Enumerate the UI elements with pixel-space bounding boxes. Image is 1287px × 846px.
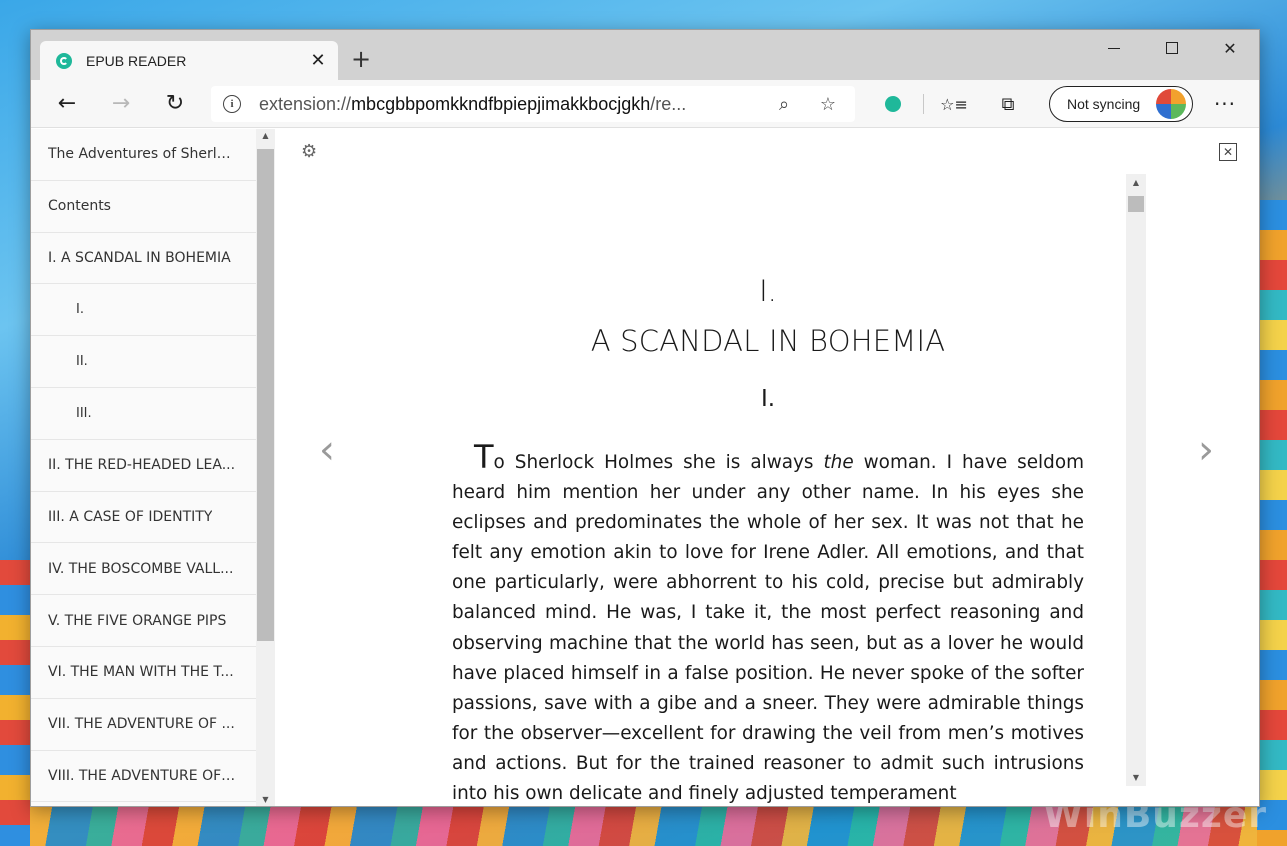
- toc-item[interactable]: VIII. THE ADVENTURE OF ...: [31, 751, 275, 803]
- toc-item[interactable]: I. A SCANDAL IN BOHEMIA: [31, 233, 275, 285]
- scroll-down-arrow-icon[interactable]: ▼: [256, 795, 275, 804]
- minimize-button[interactable]: [1085, 30, 1143, 66]
- favorites-icon[interactable]: ☆≡: [934, 84, 974, 124]
- profile-sync-button[interactable]: Not syncing: [1049, 86, 1193, 122]
- paragraph-text: o Sherlock Holmes she is always: [493, 452, 824, 473]
- scroll-up-arrow-icon[interactable]: ▲: [1126, 178, 1146, 187]
- new-tab-button[interactable]: +: [349, 47, 373, 71]
- toc-item-label: III.: [76, 405, 92, 421]
- section-heading: I.: [760, 386, 776, 412]
- more-menu-icon[interactable]: ···: [1211, 84, 1239, 124]
- toc-item[interactable]: The Adventures of Sherlo...: [31, 129, 275, 181]
- previous-page-button[interactable]: ‹: [319, 427, 335, 473]
- toc-item-label: The Adventures of Sherlo...: [48, 146, 238, 163]
- address-text[interactable]: extension://mbcgbbpomkkndfbpiepjimakkboc…: [259, 94, 769, 115]
- toc-item-label: Contents: [48, 198, 111, 215]
- settings-gear-icon[interactable]: ⚙: [301, 141, 317, 162]
- collections-icon[interactable]: ⧉: [988, 84, 1028, 124]
- toc-item-label: I. A SCANDAL IN BOHEMIA: [48, 249, 231, 266]
- toc-item-label: VI. THE MAN WITH THE T...: [48, 664, 234, 681]
- tab-title: EPUB READER: [86, 52, 187, 69]
- title-bar: EPUB READER ✕ + ✕: [31, 30, 1259, 80]
- toc-item-label: VIII. THE ADVENTURE OF ...: [48, 767, 238, 784]
- minimize-icon: [1108, 47, 1120, 49]
- chapter-title: A SCANDAL IN BOHEMIA: [590, 324, 946, 358]
- zoom-icon[interactable]: ⌕: [769, 94, 799, 115]
- toc-item-label: V. THE FIVE ORANGE PIPS: [48, 612, 227, 629]
- chapter-number: I.: [759, 274, 777, 308]
- avatar: [1156, 89, 1186, 119]
- scroll-down-arrow-icon[interactable]: ▼: [1126, 773, 1146, 782]
- favorite-star-icon[interactable]: ☆: [813, 94, 843, 115]
- toc-item-label: IV. THE BOSCOMBE VALL...: [48, 560, 234, 577]
- next-page-button[interactable]: ›: [1198, 427, 1214, 473]
- back-button[interactable]: ←: [47, 84, 87, 124]
- toc-subitem[interactable]: II.: [31, 336, 275, 388]
- paragraph-text: woman. I have seldom heard him mention h…: [452, 452, 1084, 805]
- reader-pane: ⚙ ✕ ‹ › I. A SCANDAL IN BOHEMIA I. To Sh…: [275, 129, 1259, 806]
- scroll-up-arrow-icon[interactable]: ▲: [256, 131, 275, 140]
- maximize-icon: [1166, 42, 1178, 54]
- toc-item-label: II.: [76, 354, 88, 370]
- toc-item-label: I.: [76, 302, 84, 318]
- toc-item-label: VII. THE ADVENTURE OF ...: [48, 716, 235, 733]
- browser-toolbar: ← → ↻ i extension://mbcgbbpomkkndfbpiepj…: [31, 80, 1259, 128]
- toc-subitem[interactable]: III.: [31, 388, 275, 440]
- close-window-button[interactable]: ✕: [1201, 30, 1259, 66]
- sidebar-scrollbar[interactable]: ▲ ▼: [256, 129, 275, 806]
- sync-status-label: Not syncing: [1067, 96, 1141, 112]
- page-content: The Adventures of Sherlo... Contents I. …: [31, 129, 1259, 806]
- desktop-wallpaper-left: [0, 560, 30, 846]
- book-paragraph: To Sherlock Holmes she is always the wom…: [452, 441, 1084, 807]
- toc-item[interactable]: Contents: [31, 181, 275, 233]
- book-page: I. A SCANDAL IN BOHEMIA I. To Sherlock H…: [452, 174, 1084, 807]
- toc-item[interactable]: III. A CASE OF IDENTITY: [31, 492, 275, 544]
- table-of-contents: The Adventures of Sherlo... Contents I. …: [31, 129, 275, 806]
- toc-item-label: II. THE RED-HEADED LEA...: [48, 457, 236, 474]
- epub-reader-favicon-icon: [56, 52, 72, 69]
- paragraph-emphasis: the: [823, 452, 854, 473]
- maximize-button[interactable]: [1143, 30, 1201, 66]
- toc-list: The Adventures of Sherlo... Contents I. …: [31, 129, 275, 803]
- toc-item-label: III. A CASE OF IDENTITY: [48, 508, 213, 525]
- forward-button[interactable]: →: [101, 84, 141, 124]
- toc-item[interactable]: V. THE FIVE ORANGE PIPS: [31, 595, 275, 647]
- site-info-icon[interactable]: i: [223, 95, 241, 113]
- browser-window: EPUB READER ✕ + ✕ ← → ↻ i extension://mb…: [30, 29, 1260, 807]
- toc-item[interactable]: II. THE RED-HEADED LEA...: [31, 440, 275, 492]
- toc-item[interactable]: VII. THE ADVENTURE OF ...: [31, 699, 275, 751]
- toolbar-right-icons: ☆≡ ⧉: [873, 84, 1028, 124]
- address-bar[interactable]: i extension://mbcgbbpomkkndfbpiepjimakkb…: [211, 86, 855, 122]
- window-controls: ✕: [1085, 30, 1259, 66]
- tab-epub-reader[interactable]: EPUB READER ✕: [40, 41, 338, 80]
- toc-subitem[interactable]: I.: [31, 284, 275, 337]
- toolbar-separator: [923, 94, 924, 114]
- desktop-wallpaper-right: [1257, 200, 1287, 846]
- page-scroll-thumb[interactable]: [1128, 196, 1144, 212]
- sidebar-scroll-thumb[interactable]: [257, 149, 274, 641]
- page-scrollbar[interactable]: ▲ ▼: [1126, 174, 1146, 786]
- toc-item[interactable]: IV. THE BOSCOMBE VALL...: [31, 543, 275, 596]
- refresh-button[interactable]: ↻: [155, 84, 195, 124]
- drop-cap: T: [474, 438, 494, 476]
- tab-close-icon[interactable]: ✕: [308, 50, 328, 71]
- toc-item[interactable]: VI. THE MAN WITH THE T...: [31, 647, 275, 699]
- epub-reader-extension-icon[interactable]: [885, 96, 901, 112]
- close-reader-icon[interactable]: ✕: [1219, 143, 1237, 161]
